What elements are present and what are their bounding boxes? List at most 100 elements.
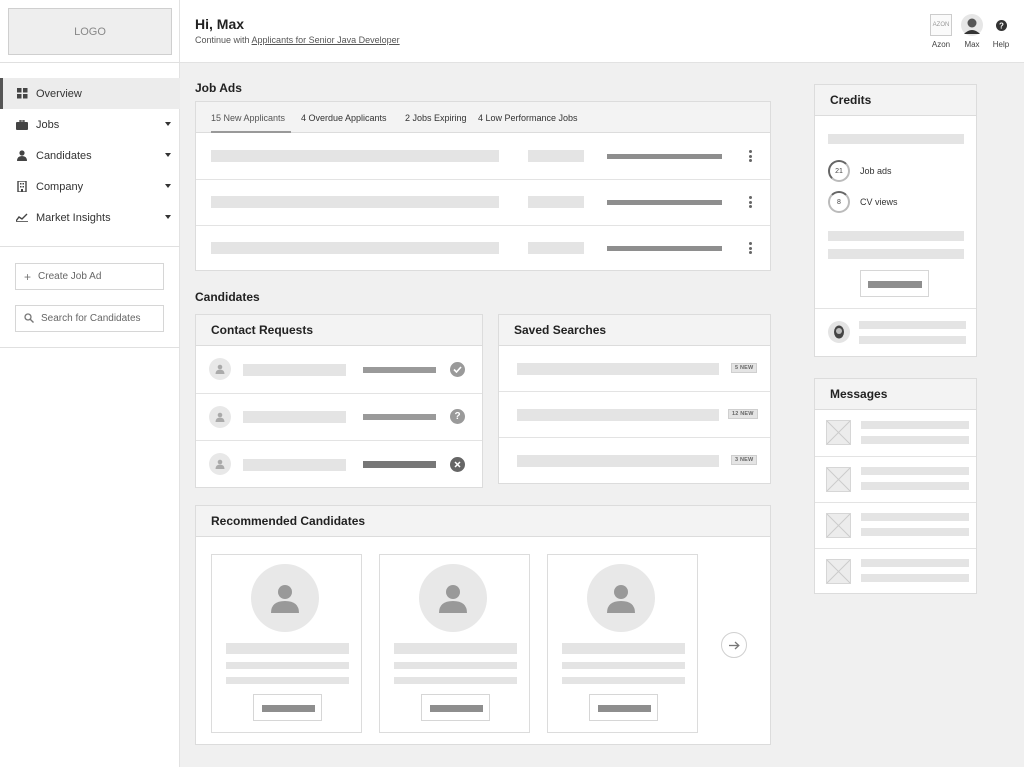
search-icon xyxy=(24,312,34,326)
candidate-name-placeholder xyxy=(394,643,517,654)
avatar xyxy=(961,14,983,36)
briefcase-icon xyxy=(16,119,28,131)
row-divider xyxy=(815,548,976,549)
logo[interactable]: LOGO xyxy=(8,8,172,55)
question-icon: ? xyxy=(450,409,465,424)
search-placeholder: Search for Candidates xyxy=(41,313,141,324)
job-ads-title: Job Ads xyxy=(195,81,242,95)
chevron-down-icon[interactable] xyxy=(165,153,171,157)
more-options-icon[interactable] xyxy=(749,242,752,254)
contact-requests-title: Contact Requests xyxy=(196,315,482,346)
credits-card: Credits 21 Job ads 8 CV views xyxy=(814,84,977,357)
request-status-bar xyxy=(363,461,436,468)
job-ads-card: 15 New Applicants 4 Overdue Applicants 2… xyxy=(195,101,771,271)
row-divider xyxy=(815,502,976,503)
sidebar-item-company[interactable]: Company xyxy=(0,171,180,202)
job-progress-bar xyxy=(607,246,722,251)
building-icon xyxy=(16,181,28,193)
credits-summary-placeholder xyxy=(828,134,964,144)
candidate-card[interactable] xyxy=(211,554,362,733)
candidate-name-placeholder xyxy=(243,459,346,471)
row-divider xyxy=(499,437,770,438)
candidate-info-placeholder xyxy=(226,677,349,684)
user-label: Max xyxy=(964,40,980,49)
user-menu[interactable]: Max xyxy=(961,14,983,49)
request-status-bar xyxy=(363,367,436,373)
job-ads-credit-ring: 21 xyxy=(828,160,850,182)
message-preview-placeholder xyxy=(861,482,969,490)
create-job-ad-button[interactable]: + Create Job Ad xyxy=(15,263,164,290)
row-divider xyxy=(815,308,976,309)
candidate-name-placeholder xyxy=(243,411,346,423)
more-options-icon[interactable] xyxy=(749,196,752,208)
arrow-right-icon[interactable] xyxy=(721,632,747,658)
recommended-title: Recommended Candidates xyxy=(196,506,770,537)
chevron-down-icon[interactable] xyxy=(165,184,171,188)
message-subject-placeholder xyxy=(861,421,969,429)
view-candidate-button[interactable] xyxy=(421,694,490,721)
plus-icon: + xyxy=(24,269,32,284)
tab-jobs-expiring[interactable]: 2 Jobs Expiring xyxy=(405,113,467,123)
manager-contact-placeholder xyxy=(859,336,966,344)
manager-name-placeholder xyxy=(859,321,966,329)
sidebar-item-candidates[interactable]: Candidates xyxy=(0,140,180,171)
chevron-down-icon[interactable] xyxy=(165,122,171,126)
job-ads-credit-label: Job ads xyxy=(860,166,892,176)
grid-icon xyxy=(16,88,28,100)
help-icon: ? xyxy=(990,14,1012,36)
company-switcher[interactable]: AZON Azon xyxy=(930,14,952,49)
tab-overdue-applicants[interactable]: 4 Overdue Applicants xyxy=(301,113,387,123)
create-job-ad-label: Create Job Ad xyxy=(38,271,102,282)
search-name-placeholder xyxy=(517,455,719,467)
view-candidate-button[interactable] xyxy=(253,694,322,721)
sidebar-item-overview[interactable]: Overview xyxy=(0,78,180,109)
view-candidate-button[interactable] xyxy=(589,694,658,721)
help-label: Help xyxy=(992,40,1010,49)
saved-searches-card: Saved Searches 5 NEW 12 NEW 3 NEW xyxy=(498,314,771,484)
tab-low-performance-jobs[interactable]: 4 Low Performance Jobs xyxy=(478,113,578,123)
greeting: Hi, Max xyxy=(195,16,245,32)
more-options-icon[interactable] xyxy=(749,150,752,162)
sidebar-item-label: Candidates xyxy=(36,149,92,162)
sidebar-item-jobs[interactable]: Jobs xyxy=(0,109,180,140)
top-header: Hi, Max Continue with Applicants for Sen… xyxy=(180,0,1024,63)
message-subject-placeholder xyxy=(861,467,969,475)
candidate-info-placeholder xyxy=(562,677,685,684)
company-logo: AZON xyxy=(930,14,952,36)
new-results-badge: 5 NEW xyxy=(731,363,758,373)
continue-link[interactable]: Applicants for Senior Java Developer xyxy=(252,35,400,45)
row-divider xyxy=(196,440,482,441)
active-tab-indicator xyxy=(211,131,291,133)
sidebar-divider xyxy=(0,347,180,348)
candidate-card[interactable] xyxy=(547,554,698,733)
sidebar-item-label: Overview xyxy=(36,87,82,100)
job-title-placeholder xyxy=(211,150,499,162)
sidebar: LOGO Overview Jobs Candidates Company Ma… xyxy=(0,0,180,767)
close-icon xyxy=(450,457,465,472)
company-label: Azon xyxy=(931,40,951,49)
search-candidates-input[interactable]: Search for Candidates xyxy=(15,305,164,332)
help-button[interactable]: ? Help xyxy=(990,14,1012,49)
request-status-bar xyxy=(363,414,436,420)
credits-info-placeholder xyxy=(828,231,964,241)
job-ads-tabs: 15 New Applicants 4 Overdue Applicants 2… xyxy=(196,102,770,133)
person-icon xyxy=(209,406,231,428)
chevron-down-icon[interactable] xyxy=(165,215,171,219)
candidate-name-placeholder xyxy=(243,364,346,376)
new-results-badge: 12 NEW xyxy=(728,409,758,419)
credits-info-placeholder xyxy=(828,249,964,259)
image-placeholder-icon xyxy=(826,467,851,492)
job-meta-placeholder xyxy=(528,150,584,162)
sidebar-item-market-insights[interactable]: Market Insights xyxy=(0,202,180,233)
message-subject-placeholder xyxy=(861,513,969,521)
buy-credits-button[interactable] xyxy=(860,270,929,297)
contact-requests-card: Contact Requests ? xyxy=(195,314,483,488)
row-divider xyxy=(196,179,770,180)
candidate-info-placeholder xyxy=(394,677,517,684)
candidate-card[interactable] xyxy=(379,554,530,733)
person-icon xyxy=(16,150,28,162)
check-icon xyxy=(450,362,465,377)
tab-new-applicants[interactable]: 15 New Applicants xyxy=(211,113,285,123)
row-divider xyxy=(499,391,770,392)
job-progress-bar xyxy=(607,154,722,159)
